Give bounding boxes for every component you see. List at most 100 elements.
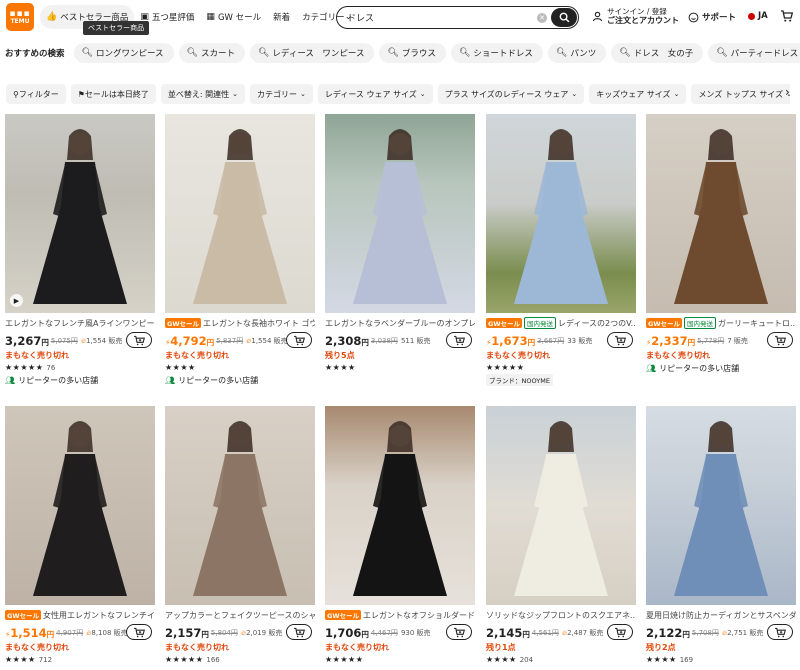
gw-sale-badge: GWセール <box>486 318 523 328</box>
product-price: ⚡2,337円 <box>646 334 695 348</box>
product-title[interactable]: GWセール 女性用エレガントなフレンチイ... <box>5 609 155 621</box>
product-image[interactable] <box>325 406 475 605</box>
filter-label: キッズウェア サイズ <box>596 89 671 99</box>
product-image[interactable] <box>165 406 315 605</box>
product-image[interactable] <box>5 406 155 605</box>
filter-chip-4[interactable]: レディース ウェア サイズ ⌄ <box>317 84 433 104</box>
product-title[interactable]: GWセール 国内発送 ガーリーキュートロ... <box>646 317 796 329</box>
nav-item-3[interactable]: 新着 <box>267 5 296 29</box>
product-card[interactable]: GWセール エレガントな長袖ホワイト ゴウ... ⚡4,792円 5,837円 🔥︎1,… <box>165 114 315 386</box>
product-image[interactable]: ▶ <box>5 114 155 313</box>
add-to-cart-button[interactable] <box>286 624 312 640</box>
product-card[interactable]: GWセール 国内発送 レディースの2つのV... ⚡1,673円 3,667円 33 販売… <box>486 114 636 386</box>
search-box[interactable]: ドレス ✕ <box>336 6 579 29</box>
star-rating-icon: ★★★★★ <box>165 655 204 664</box>
recommended-chip-3[interactable]: 🔍︎ ブラウス <box>379 43 446 63</box>
filter-chip-6[interactable]: キッズウェア サイズ ⌄ <box>589 84 687 104</box>
play-icon[interactable]: ▶ <box>10 294 23 307</box>
product-card[interactable]: GWセール エレガントなオフショルダード... 1,706円 4,467円 930 販売… <box>325 406 475 665</box>
product-title[interactable]: エレガントなフレンチ風Aラインワンピー... <box>5 317 155 329</box>
star-rating-icon: ★★★★ <box>486 655 517 664</box>
sold-count: 7 販売 <box>727 336 748 346</box>
recommended-chip-7[interactable]: 🔍︎ パーティードレス <box>708 43 800 63</box>
product-title[interactable]: 夏用日焼け防止カーディガンとサスペンダ... <box>646 609 796 621</box>
add-to-cart-button[interactable] <box>126 332 152 348</box>
search-input[interactable]: ドレス <box>347 11 537 24</box>
product-card[interactable]: GWセール 女性用エレガントなフレンチイ... ⚡1,514円 4,907円 🔥︎8,1… <box>5 406 155 665</box>
recommended-chip-5[interactable]: 🔍︎ パンツ <box>547 43 607 63</box>
chevron-down-icon: ⌄ <box>419 90 426 98</box>
filter-chip-7[interactable]: メンズ トップス サイズ ⌄ <box>691 84 790 104</box>
product-image[interactable] <box>325 114 475 313</box>
add-to-cart-button[interactable] <box>286 332 312 348</box>
product-card[interactable]: アップカラーとフェイクツーピースのシャ... 2,157円 5,804円 🔥︎2,01… <box>165 406 315 665</box>
support-link[interactable]: サポート <box>688 11 736 23</box>
pin-icon: ⚑ <box>77 89 85 99</box>
recommended-chip-2[interactable]: 🔍︎ レディース ワンピース <box>249 43 375 63</box>
product-photo-icon <box>514 129 608 304</box>
recommended-chip-4[interactable]: 🔍︎ ショートドレス <box>450 43 543 63</box>
product-title[interactable]: GWセール 国内発送 レディースの2つのV... <box>486 317 636 329</box>
sold-text: 2,751 販売 <box>727 628 764 637</box>
filter-chip-5[interactable]: プラス サイズのレディース ウェア ⌄ <box>437 84 585 104</box>
cart-icon[interactable] <box>780 9 794 27</box>
add-to-cart-button[interactable] <box>607 332 633 348</box>
filter-chip-1[interactable]: ⚑ セールは本日終了 <box>70 84 156 104</box>
clear-search-icon[interactable]: ✕ <box>537 12 547 23</box>
add-to-cart-button[interactable] <box>767 624 793 640</box>
recommended-chip-6[interactable]: 🔍︎ ドレス 女の子 <box>611 43 704 63</box>
chevron-right-icon[interactable]: › <box>785 85 790 99</box>
product-price: 2,122円 <box>646 626 690 640</box>
add-to-cart-button[interactable] <box>446 624 472 640</box>
temu-logo[interactable]: ▪▪▪ TEMU <box>6 3 34 31</box>
gw-icon: ▦ <box>206 12 215 22</box>
original-price: 4,561円 <box>531 628 559 637</box>
cart-plus-icon <box>293 335 305 345</box>
product-image[interactable] <box>646 114 796 313</box>
add-to-cart-button[interactable] <box>126 624 152 640</box>
nav-item-2[interactable]: ▦ GW セール <box>200 5 267 29</box>
product-card[interactable]: ▶ エレガントなフレンチ風Aラインワンピー... 3,267円 5,075円 🔥︎1,5… <box>5 114 155 386</box>
sold-count: 🔥︎1,554 販売 <box>81 336 122 346</box>
product-photo-icon <box>193 129 287 304</box>
product-title[interactable]: ソリッドなジップフロントのスクエアネ... <box>486 609 636 621</box>
add-to-cart-button[interactable] <box>607 624 633 640</box>
recommended-chip-1[interactable]: 🔍︎ スカート <box>178 43 245 63</box>
product-image[interactable] <box>486 114 636 313</box>
filter-label: レディース ウェア サイズ <box>324 89 417 99</box>
product-title[interactable]: エレガントなラベンダーブルーのオンプレ... <box>325 317 475 329</box>
cart-plus-icon <box>614 627 626 637</box>
product-card[interactable]: GWセール 国内発送 ガーリーキュートロ... ⚡2,337円 5,778円 7 販売 まも… <box>646 114 796 374</box>
search-button[interactable] <box>551 8 577 27</box>
filter-chip-3[interactable]: カテゴリー ⌄ <box>250 84 313 104</box>
chip-label: ショートドレス <box>473 49 533 59</box>
product-title-text: エレガントなラベンダーブルーのオンプレ... <box>325 318 475 328</box>
price-row: 2,308円 3,038円 511 販売 <box>325 332 475 349</box>
product-image[interactable] <box>486 406 636 605</box>
sold-count: 511 販売 <box>401 336 431 346</box>
store-badge-text: リピーターの多い店舗 <box>659 363 740 373</box>
product-image[interactable] <box>646 406 796 605</box>
original-price: 5,837円 <box>216 336 244 345</box>
product-title[interactable]: GWセール エレガントなオフショルダード... <box>325 609 475 621</box>
sold-text: 1,554 販売 <box>86 336 123 345</box>
smile-icon <box>688 12 699 22</box>
product-card[interactable]: エレガントなラベンダーブルーのオンプレ... 2,308円 3,038円 511 販売… <box>325 114 475 373</box>
product-card[interactable]: 夏用日焼け防止カーディガンとサスペンダ... 2,122円 5,708円 🔥︎2,75… <box>646 406 796 665</box>
language-selector[interactable]: JA <box>748 11 768 21</box>
rating: ★★★★ <box>165 362 315 373</box>
sold-count: 🔥︎8,108 販売 <box>86 628 127 638</box>
rating: ★★★★ 712 <box>5 654 155 665</box>
filter-chip-0[interactable]: ⚲ フィルター <box>6 84 66 104</box>
add-to-cart-button[interactable] <box>446 332 472 348</box>
product-title[interactable]: GWセール エレガントな長袖ホワイト ゴウ... <box>165 317 315 329</box>
store-badge-text: リピーターの多い店舗 <box>18 375 99 385</box>
recommended-chip-0[interactable]: 🔍︎ ロングワンピース <box>73 43 174 63</box>
product-image[interactable] <box>165 114 315 313</box>
cart-plus-icon <box>293 627 305 637</box>
add-to-cart-button[interactable] <box>767 332 793 348</box>
account-menu[interactable]: サインイン / 登録 ご注文とアカウント <box>592 7 679 26</box>
product-title[interactable]: アップカラーとフェイクツーピースのシャ... <box>165 609 315 621</box>
filter-chip-2[interactable]: 並べ替え: 関連性 ⌄ <box>160 84 245 104</box>
product-card[interactable]: ソリッドなジップフロントのスクエアネ... 2,145円 4,561円 🔥︎2,487… <box>486 406 636 665</box>
